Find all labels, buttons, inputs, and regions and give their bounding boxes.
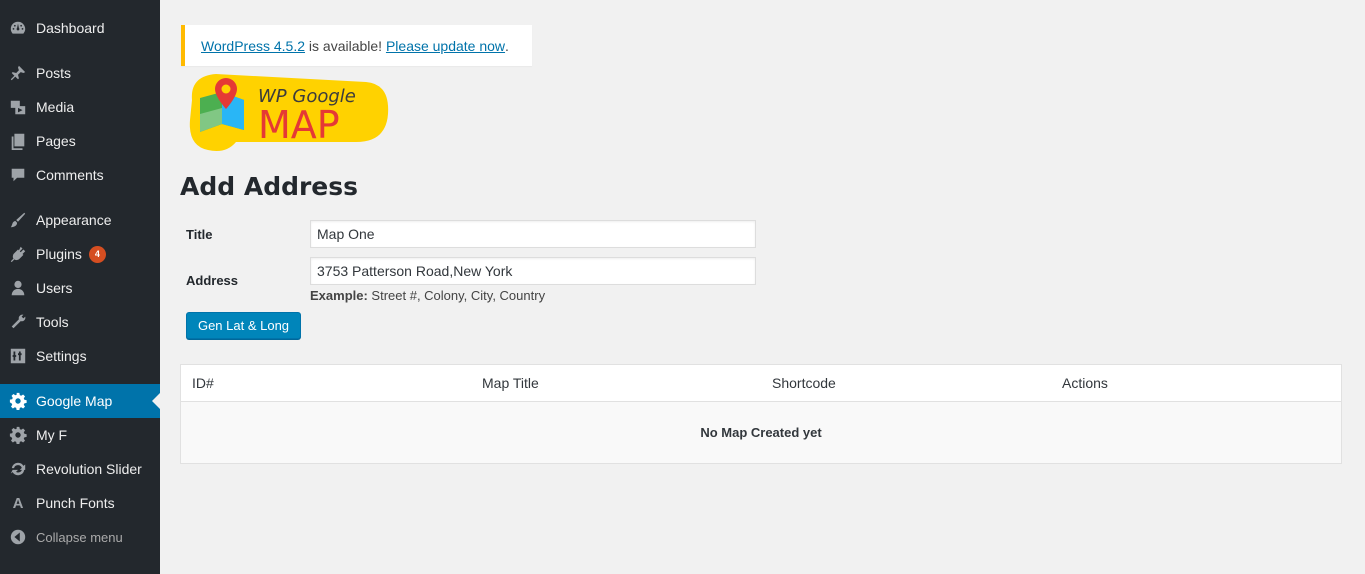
admin-sidebar: Dashboard Posts Media Pages Comments App… [0,0,160,574]
menu-label: Google Map [36,393,113,409]
plug-icon [8,244,28,264]
menu-label: Users [36,280,73,296]
table-empty-row: No Map Created yet [181,402,1341,463]
pages-icon [8,131,28,151]
title-input[interactable] [310,220,756,248]
wordpress-version-link[interactable]: WordPress 4.5.2 [201,38,305,54]
wrench-icon [8,312,28,332]
table-header: ID# Map Title Shortcode Actions [181,365,1341,402]
collapse-menu-button[interactable]: Collapse menu [0,520,160,554]
menu-label: My F [36,427,68,443]
comment-icon [8,165,28,185]
menu-item-posts[interactable]: Posts [0,56,160,90]
column-header-id[interactable]: ID# [192,375,214,391]
logo-text-line2: MAP [258,103,340,147]
column-header-shortcode[interactable]: Shortcode [772,375,836,391]
example-label: Example: [310,288,368,303]
user-icon [8,278,28,298]
settings-icon [8,346,28,366]
menu-label: Posts [36,65,72,81]
menu-item-appearance[interactable]: Appearance [0,203,160,237]
collapse-label: Collapse menu [36,529,123,545]
address-input[interactable] [310,257,756,285]
update-notice: WordPress 4.5.2 is available! Please upd… [181,25,532,66]
example-text: Street #, Colony, City, Country [367,288,546,303]
menu-item-dashboard[interactable]: Dashboard [0,11,160,45]
update-count-badge: 4 [88,245,106,263]
brush-icon [8,210,28,230]
menu-label: Dashboard [36,20,105,36]
menu-item-comments[interactable]: Comments [0,158,160,192]
empty-message: No Map Created yet [700,425,822,440]
address-label: Address [186,273,239,288]
font-icon: A [12,494,24,512]
menu-item-pages[interactable]: Pages [0,124,160,158]
menu-item-users[interactable]: Users [0,271,160,305]
menu-item-punch-fonts[interactable]: A Punch Fonts [0,486,160,520]
menu-item-tools[interactable]: Tools [0,305,160,339]
notice-text: is available! [305,37,386,54]
gen-lat-long-button[interactable]: Gen Lat & Long [186,312,301,339]
pin-icon [8,63,28,83]
wp-google-map-logo: WP Google MAP [186,70,391,154]
column-header-actions[interactable]: Actions [1062,375,1108,391]
menu-label: Settings [36,348,87,364]
update-now-link[interactable]: Please update now [386,38,505,54]
column-header-map-title[interactable]: Map Title [482,375,539,391]
gear-icon [8,425,28,445]
menu-label: Punch Fonts [36,495,115,511]
gear-icon [8,391,28,411]
page-title: Add Address [180,172,359,201]
address-example: Example: Street #, Colony, City, Country [310,288,545,303]
menu-label: Tools [36,314,69,330]
title-label: Title [186,227,213,242]
menu-label: Appearance [36,212,112,228]
maps-table: ID# Map Title Shortcode Actions No Map C… [180,364,1342,464]
media-icon [8,97,28,117]
dashboard-icon [8,18,28,38]
notice-period: . [505,37,509,54]
menu-label: Media [36,99,75,115]
menu-label: Comments [36,167,104,183]
collapse-arrow-icon [8,527,28,547]
menu-item-google-map[interactable]: Google Map [0,384,160,418]
menu-label: Plugins [36,246,82,262]
refresh-icon [8,459,28,479]
menu-item-media[interactable]: Media [0,90,160,124]
menu-separator [0,192,160,203]
menu-item-revolution-slider[interactable]: Revolution Slider [0,452,160,486]
menu-label: Pages [36,133,76,149]
menu-separator [0,45,160,56]
menu-item-plugins[interactable]: Plugins 4 [0,237,160,271]
menu-separator [0,373,160,384]
menu-label: Revolution Slider [36,461,142,477]
menu-item-my-f[interactable]: My F [0,418,160,452]
menu-item-settings[interactable]: Settings [0,339,160,373]
